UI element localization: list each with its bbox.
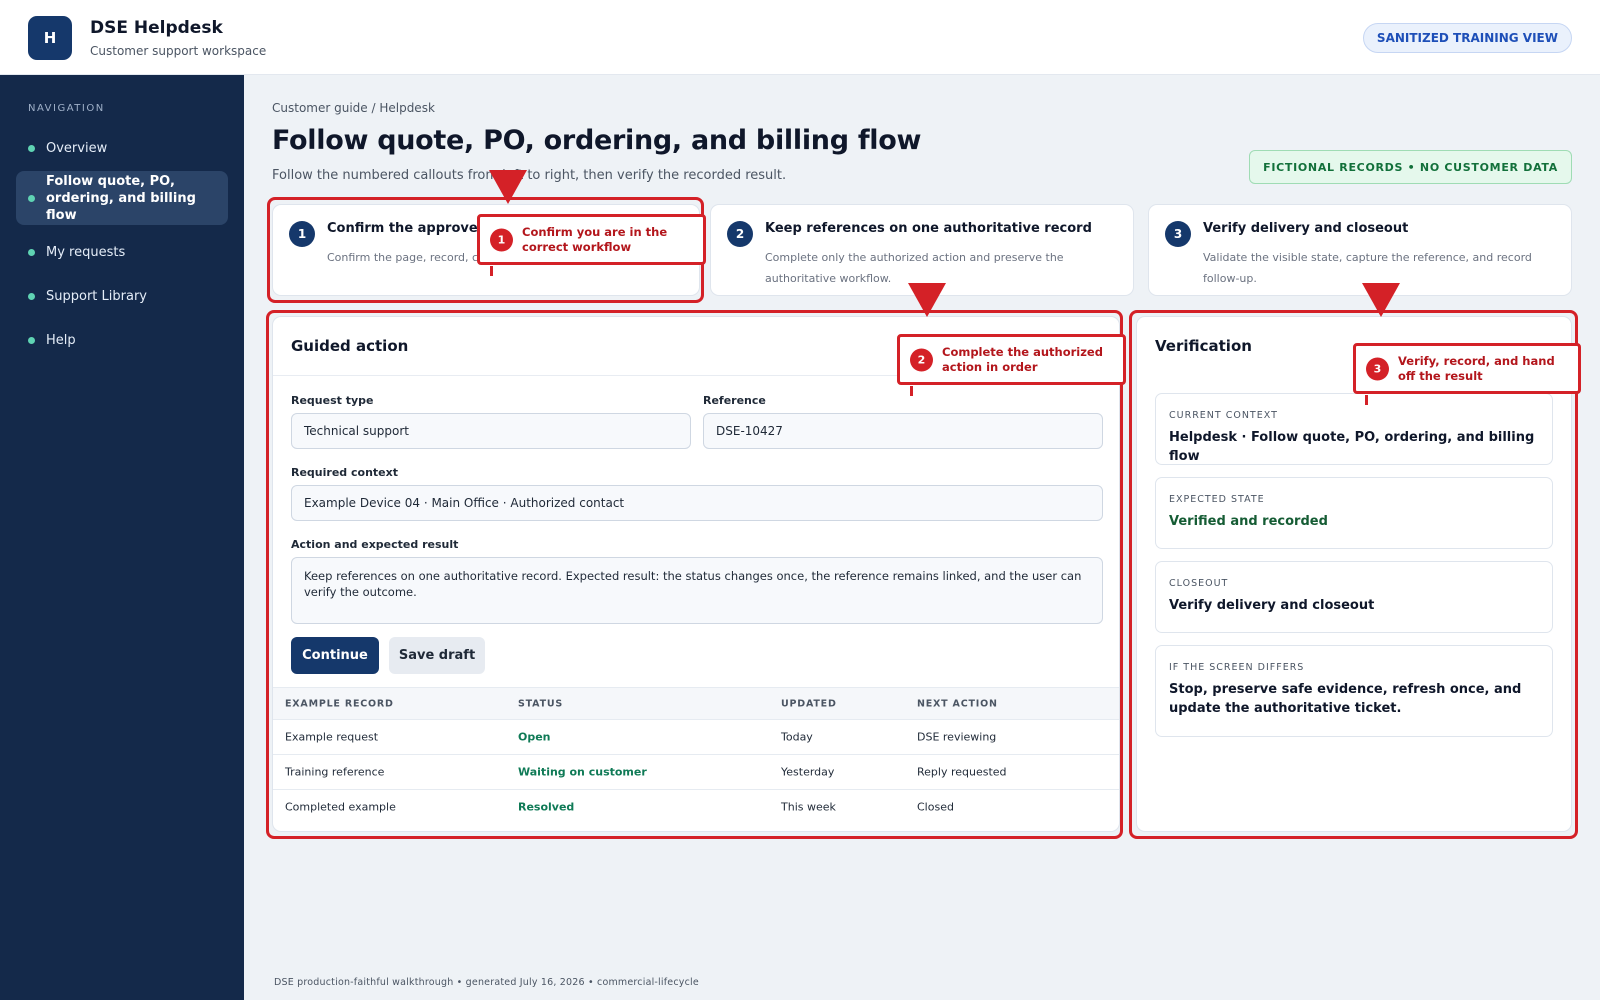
footer-note: DSE production-faithful walkthrough • ge… [274,977,699,988]
breadcrumb[interactable]: Customer guide / Helpdesk [272,101,435,115]
callout-number: 2 [910,348,933,371]
callout-tail-1 [490,266,493,276]
page-subtitle: Follow the numbered callouts from left t… [272,168,787,183]
sidebar-item-label: Help [46,332,76,348]
highlight-box-2 [266,310,1123,839]
bullet-icon [28,194,35,202]
nav-heading: NAVIGATION [28,103,105,114]
callout-text: Complete the authorized action in order [942,345,1103,374]
callout-1: 1 Confirm you are in the correct workflo… [477,214,706,265]
callout-text: Verify, record, and hand off the result [1398,354,1555,383]
fictional-records-badge: FICTIONAL RECORDS • NO CUSTOMER DATA [1249,150,1572,184]
training-view-badge: SANITIZED TRAINING VIEW [1362,23,1572,53]
sidebar-item-help[interactable]: Help [16,329,228,351]
sidebar-item-label: My requests [46,244,126,260]
callout-arrow-1 [489,170,527,204]
page-title: Follow quote, PO, ordering, and billing … [272,125,922,156]
app-logo[interactable]: H [28,16,72,60]
sidebar-item-support-library[interactable]: Support Library [16,285,228,307]
callout-arrow-2 [908,283,946,317]
step-card-3[interactable]: 3 Verify delivery and closeout Validate … [1148,204,1572,296]
step-title: Keep references on one authoritative rec… [765,221,1092,236]
bullet-icon [28,248,35,256]
bullet-icon [28,292,35,300]
step-number: 3 [1165,221,1191,247]
sidebar-item-label: Support Library [46,288,147,304]
sidebar: NAVIGATION Overview Follow quote, PO, or… [0,75,244,1000]
callout-text: Confirm you are in the correct workflow [522,225,668,254]
sidebar-item-billing-flow[interactable]: Follow quote, PO, ordering, and billing … [16,171,228,225]
callout-3: 3 Verify, record, and hand off the resul… [1353,343,1581,394]
callout-number: 3 [1366,357,1389,380]
callout-arrow-3 [1362,283,1400,317]
sidebar-item-overview[interactable]: Overview [16,137,228,159]
callout-tail-2 [910,386,913,396]
bullet-icon [28,336,35,344]
sidebar-item-label: Follow quote, PO, ordering, and billing … [46,173,196,223]
bullet-icon [28,144,35,152]
app-title: DSE Helpdesk [90,18,223,38]
callout-2: 2 Complete the authorized action in orde… [897,334,1126,385]
sidebar-item-label: Overview [46,140,108,156]
step-title: Verify delivery and closeout [1203,221,1409,236]
step-number: 2 [727,221,753,247]
callout-number: 1 [490,228,513,251]
app-subtitle: Customer support workspace [90,44,267,58]
callout-tail-3 [1365,395,1368,405]
top-bar: H DSE Helpdesk Customer support workspac… [0,0,1600,75]
sidebar-item-my-requests[interactable]: My requests [16,241,228,263]
